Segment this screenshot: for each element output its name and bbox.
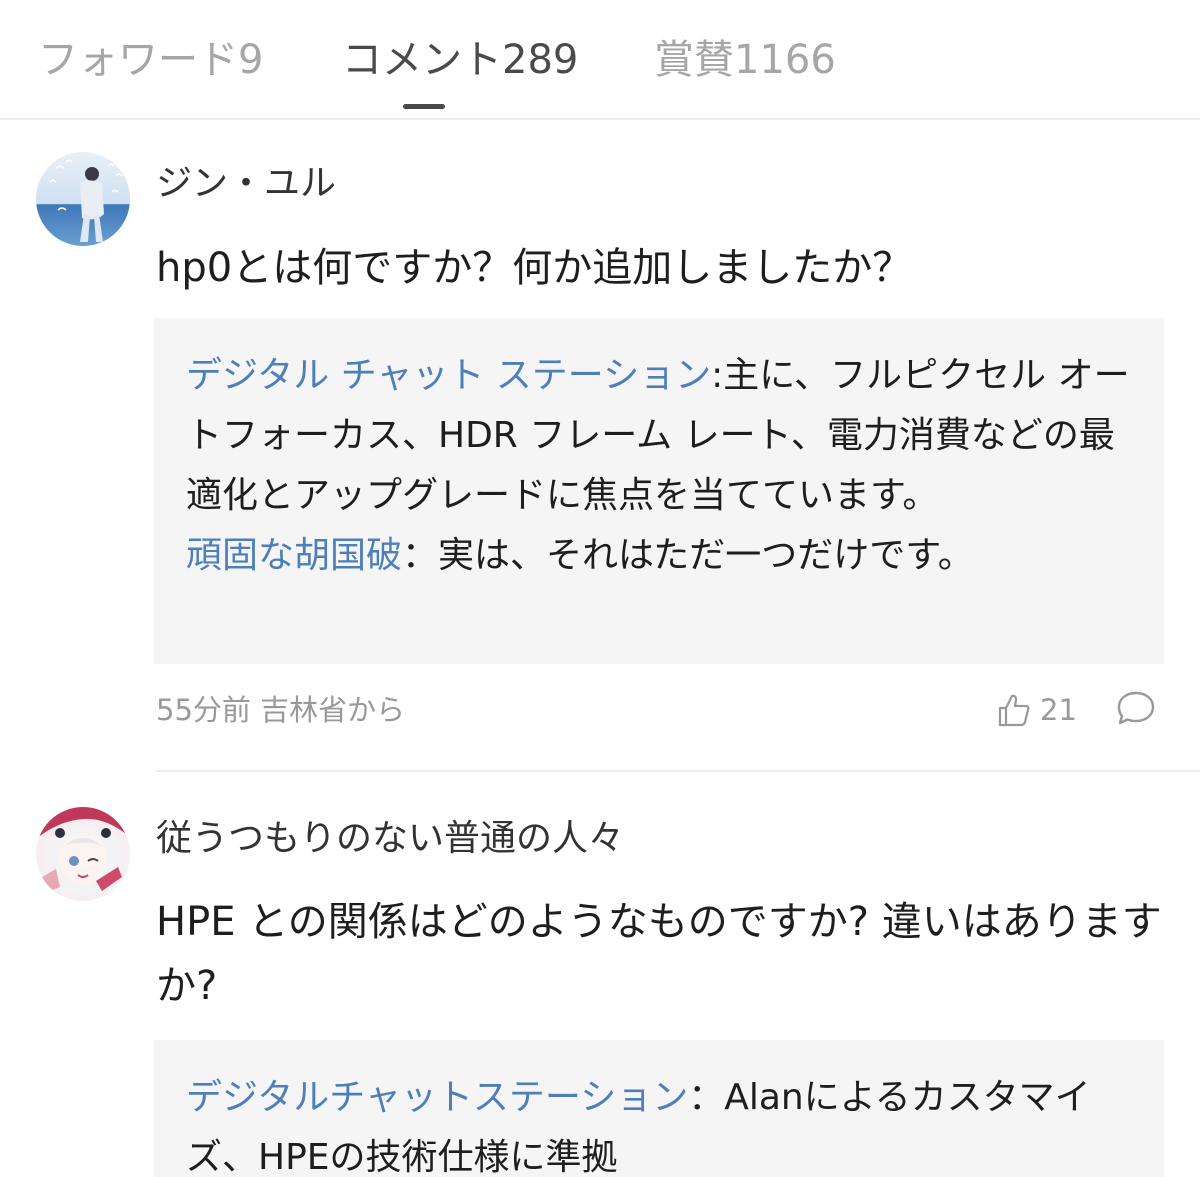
reply-thread[interactable]: デジタルチャットステーション：Alanによるカスタマイズ、HPEの技術仕様に準拠 [154, 1040, 1164, 1177]
comment-bubble-icon [1117, 691, 1155, 725]
reply-text: 実は、それはただ一つだけです。 [438, 535, 974, 576]
avatar-image [36, 152, 130, 246]
reply-separator: ： [688, 1077, 725, 1118]
tab-forward[interactable]: フォワード9 [38, 32, 263, 88]
tab-comments[interactable]: コメント289 [342, 32, 578, 88]
comment-divider [156, 770, 1200, 772]
reply-item: デジタルチャットステーション：Alanによるカスタマイズ、HPEの技術仕様に準拠 [186, 1068, 1132, 1177]
reply-author[interactable]: デジタルチャットステーション [186, 1077, 688, 1118]
comment-author[interactable]: 従うつもりのない普通の人々 [156, 815, 624, 863]
comment-meta: 55分前 吉林省から [156, 693, 406, 727]
like-count: 21 [1040, 693, 1077, 727]
comment-body: hp0とは何ですか？何か追加しましたか？ [156, 245, 913, 291]
comment-body: HPE との関係はどのようなものですか? 違いはありますか? [156, 899, 1162, 1009]
active-tab-indicator [403, 104, 445, 109]
reply-author[interactable]: 頑固な胡国破 [186, 535, 402, 576]
comment-tabs: フォワード9 コメント289 賞賛1166 [0, 0, 1200, 120]
tab-praise[interactable]: 賞賛1166 [654, 32, 836, 88]
reply-item: デジタル チャット ステーション:主に、フルピクセル オートフォーカス、HDR … [186, 346, 1132, 526]
avatar[interactable] [36, 807, 130, 901]
comment-author[interactable]: ジン・ユル [156, 160, 336, 208]
reply-separator: ： [402, 535, 439, 576]
thumbs-up-icon [998, 694, 1030, 727]
avatar[interactable] [36, 152, 130, 246]
reply-item: 頑固な胡国破：実は、それはただ一つだけです。 [186, 526, 1132, 586]
reply-separator: : [711, 355, 724, 396]
like-button[interactable]: 21 [996, 690, 1077, 730]
reply-thread[interactable]: デジタル チャット ステーション:主に、フルピクセル オートフォーカス、HDR … [154, 318, 1164, 664]
avatar-image [36, 807, 130, 901]
reply-button[interactable] [1114, 688, 1158, 728]
reply-author[interactable]: デジタル チャット ステーション [186, 355, 711, 396]
